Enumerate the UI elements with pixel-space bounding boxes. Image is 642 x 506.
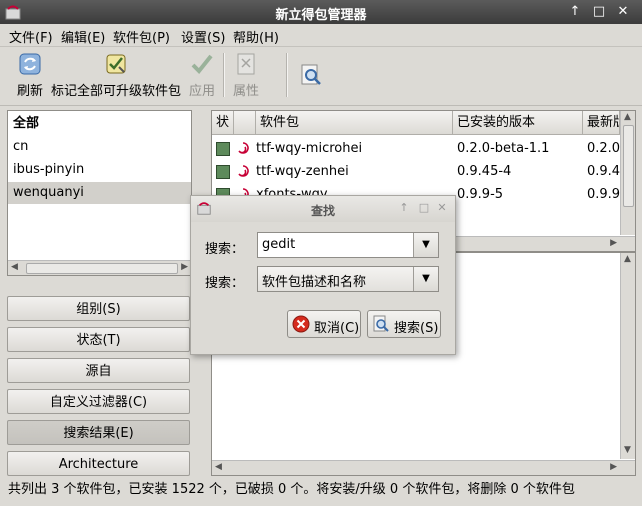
status-bar: 共列出 3 个软件包，已安装 1522 个，已破损 0 个。将安装/升级 0 个… [8,482,575,497]
search-in-select[interactable]: 软件包描述和名称 ▼ [257,266,439,292]
search-input[interactable]: gedit ▼ [257,232,439,258]
refresh-label: 刷新 [16,84,43,99]
scroll-left-icon[interactable]: ◀ [11,262,18,272]
installed-marker[interactable] [216,142,230,156]
status-button[interactable]: 状态(T) [7,327,190,352]
cancel-label: 取消(C) [314,321,360,336]
search-in-value: 软件包描述和名称 [262,275,367,290]
scroll-up-icon[interactable]: ▲ [624,254,631,264]
dialog-maximize-icon[interactable]: □ [417,201,431,215]
filter-list: 全部 cn ibus-pinyin wenquanyi ◀ ▶ [7,110,192,276]
scroll-thumb[interactable] [26,263,178,274]
filter-item-wenquanyi[interactable]: wenquanyi [8,182,191,204]
toolbar: 刷新 标记全部可升级软件包 应用 属性 [0,47,642,106]
table-vscrollbar[interactable]: ▲ [620,111,635,235]
mark-all-upgrades-button[interactable]: 标记全部可升级软件包 [50,49,182,103]
dialog-title: 查找 [310,204,335,218]
column-header-latest-version[interactable]: 最新版 [583,111,620,135]
origin-button[interactable]: 源自 [7,358,190,383]
architecture-button[interactable]: Architecture [7,451,190,476]
column-header-installed-version[interactable]: 已安装的版本 [453,111,583,135]
package-name: ttf-wqy-zenhei [256,164,349,179]
mark-upgrade-icon [106,54,126,74]
column-header-status[interactable]: 状 [212,111,234,135]
latest-version: 0.9.45 [587,164,620,179]
latest-version: 0.2.0- [587,141,620,156]
search-label: 搜索： [205,242,245,257]
column-header-package[interactable]: 软件包 [256,111,453,135]
latest-version: 0.9.9- [587,187,620,202]
debian-swirl-icon [238,165,249,177]
column-header-support[interactable] [234,111,256,135]
scroll-right-icon[interactable]: ▶ [181,262,188,272]
properties-label: 属性 [232,84,259,99]
dialog-menu-icon[interactable]: ↑ [397,201,411,215]
filter-item-all[interactable]: 全部 [8,113,191,135]
close-icon[interactable]: ✕ [614,3,632,21]
checkmark-icon [191,54,213,74]
installed-version: 0.2.0-beta-1.1 [457,141,550,156]
dialog-close-icon[interactable]: ✕ [435,201,449,215]
search-in-label: 搜索： [205,276,245,291]
menu-package[interactable]: 软件包(P) [113,27,170,46]
cancel-button[interactable]: 取消(C) [287,310,361,338]
dialog-title-bar: 查找 ↑ □ ✕ [191,196,455,222]
menu-bar: 文件(F) 编辑(E) 软件包(P) 设置(S) 帮助(H) [0,24,642,47]
menu-file[interactable]: 文件(F) [9,27,53,46]
window-menu-icon[interactable]: ↑ [566,3,584,21]
search-input-value: gedit [262,237,296,252]
apply-label: 应用 [188,84,215,99]
chevron-down-icon[interactable]: ▼ [413,267,438,291]
installed-version: 0.9.45-4 [457,164,512,179]
search-icon [373,315,389,332]
refresh-icon [19,53,41,75]
search-icon [301,64,321,85]
scroll-right-icon[interactable]: ▶ [610,238,617,248]
menu-settings[interactable]: 设置(S) [181,27,225,46]
scroll-thumb[interactable] [623,125,634,207]
scroll-down-icon[interactable]: ▼ [624,445,631,455]
refresh-button[interactable]: 刷新 [14,49,46,103]
debian-swirl-icon [238,142,249,154]
synaptic-window: 新立得包管理器 ↑ □ ✕ 文件(F) 编辑(E) 软件包(P) 设置(S) 帮… [0,0,642,506]
properties-button[interactable]: 属性 [230,49,262,103]
package-name: ttf-wqy-microhei [256,141,363,156]
scroll-right-icon[interactable]: ▶ [610,462,617,472]
properties-icon [237,53,255,75]
search-results-button[interactable]: 搜索结果(E) [7,420,190,445]
find-dialog: 查找 ↑ □ ✕ 搜索： gedit ▼ 搜索： 软件包描述和名称 ▼ 取消(C… [190,195,456,355]
filter-item-ibus-pinyin[interactable]: ibus-pinyin [8,159,191,181]
scroll-up-icon[interactable]: ▲ [624,112,631,122]
window-title: 新立得包管理器 [275,8,367,23]
table-row[interactable]: ttf-wqy-zenhei 0.9.45-4 0.9.45 [212,160,620,183]
toolbar-separator [223,53,225,97]
details-vscrollbar[interactable]: ▲ ▼ [620,253,635,459]
table-row[interactable]: ttf-wqy-microhei 0.2.0-beta-1.1 0.2.0- [212,137,620,160]
search-submit-label: 搜索(S) [394,321,439,336]
maximize-icon[interactable]: □ [590,3,608,21]
filter-item-cn[interactable]: cn [8,136,191,158]
menu-edit[interactable]: 编辑(E) [61,27,105,46]
toolbar-separator [286,53,288,97]
installed-marker[interactable] [216,165,230,179]
filter-list-hscrollbar[interactable]: ◀ ▶ [8,260,191,275]
mark-all-label: 标记全部可升级软件包 [50,84,181,99]
details-hscrollbar[interactable]: ◀ ▶ [212,460,635,475]
title-bar: 新立得包管理器 ↑ □ ✕ [0,0,642,24]
search-submit-button[interactable]: 搜索(S) [367,310,441,338]
scroll-left-icon[interactable]: ◀ [215,462,222,472]
menu-help[interactable]: 帮助(H) [233,27,279,46]
apply-button[interactable]: 应用 [186,49,218,103]
search-button[interactable] [298,49,324,103]
custom-filters-button[interactable]: 自定义过滤器(C) [7,389,190,414]
chevron-down-icon[interactable]: ▼ [413,233,438,257]
groups-button[interactable]: 组别(S) [7,296,190,321]
cancel-icon [292,315,310,333]
installed-version: 0.9.9-5 [457,187,504,202]
